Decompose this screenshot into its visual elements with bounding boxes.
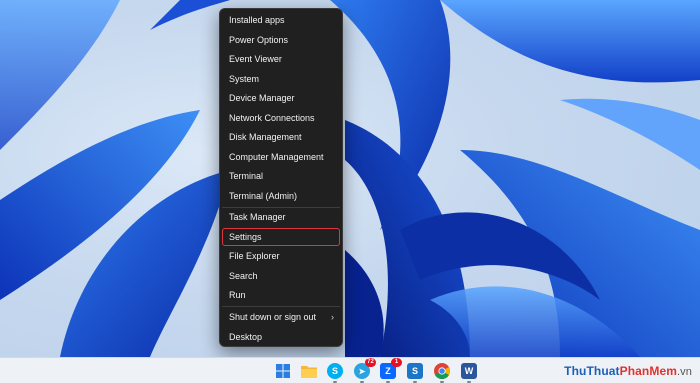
skype-glyph: S [331,366,338,376]
menu-item-network-connections[interactable]: Network Connections [222,109,340,127]
menu-item-shut-down-or-sign-out[interactable]: Shut down or sign out › [222,308,340,326]
chrome-icon[interactable] [434,363,450,383]
watermark-logo: ThuThuatPhanMem.vn [564,364,692,378]
folder-icon [301,366,317,378]
menu-item-label: File Explorer [229,251,280,261]
menu-item-label: Settings [229,231,262,242]
menu-item-label: System [229,73,260,84]
menu-item-computer-management[interactable]: Computer Management [222,148,340,166]
telegram-glyph: ➤ [358,366,366,376]
menu-item-label: Terminal (Admin) [229,190,298,201]
menu-item-event-viewer[interactable]: Event Viewer [222,50,340,68]
menu-item-label: Run [229,290,246,300]
menu-item-device-manager[interactable]: Device Manager [222,89,340,107]
menu-item-label: Installed apps [229,15,285,25]
watermark-part1: ThuThuat [564,364,620,378]
menu-item-settings[interactable]: Settings [222,227,340,246]
menu-item-label: Desktop [229,331,263,342]
menu-item-system[interactable]: System [222,70,340,88]
winx-context-menu: Installed apps Power Options Event Viewe… [219,8,343,347]
menu-separator [222,306,340,307]
word-glyph: W [464,366,474,376]
menu-item-installed-apps[interactable]: Installed apps [222,11,340,29]
notification-badge: 72 [365,358,376,367]
wallpaper-bloom [0,0,700,357]
menu-item-label: Computer Management [229,151,324,162]
menu-item-label: Power Options [229,34,289,45]
zalo-icon[interactable]: Z1 [380,358,402,383]
windows-logo-icon [276,364,290,378]
watermark-part2: PhanMem [619,364,678,378]
menu-item-label: Task Manager [229,212,286,222]
menu-item-label: Shut down or sign out [229,312,317,322]
notification-badge: 1 [391,358,402,367]
telegram-icon[interactable]: ➤ 72 [354,358,376,383]
menu-item-disk-management[interactable]: Disk Management [222,128,340,146]
menu-item-task-manager[interactable]: Task Manager [222,208,340,226]
menu-item-label: Search [229,270,258,281]
menu-item-terminal[interactable]: Terminal [222,167,340,185]
menu-item-run[interactable]: Run [222,286,340,304]
snagit-glyph: S [411,366,418,376]
chrome-logo-icon [434,363,450,379]
taskbar: S ➤ 72 Z1 S W ThuThuatPhanMem.vn [0,357,700,383]
start-icon[interactable] [275,363,291,379]
skype-icon[interactable]: S [327,363,343,383]
menu-item-label: Event Viewer [229,54,282,64]
watermark-part3: .vn [677,366,692,378]
desktop: Installed apps Power Options Event Viewe… [0,0,700,383]
menu-item-label: Disk Management [229,132,302,142]
file-explorer-icon[interactable] [301,363,317,379]
menu-item-power-options[interactable]: Power Options [222,31,340,49]
snagit-icon[interactable]: S [407,363,423,383]
zalo-glyph: Z [385,366,391,376]
menu-item-label: Network Connections [229,112,315,123]
menu-item-file-explorer[interactable]: File Explorer [222,247,340,265]
menu-item-label: Device Manager [229,93,295,103]
menu-item-terminal-admin[interactable]: Terminal (Admin) [222,187,340,205]
chevron-right-icon: › [331,312,334,322]
word-icon[interactable]: W [461,363,477,383]
menu-item-search[interactable]: Search [222,267,340,285]
menu-item-desktop[interactable]: Desktop [222,328,340,346]
menu-item-label: Terminal [229,171,264,181]
